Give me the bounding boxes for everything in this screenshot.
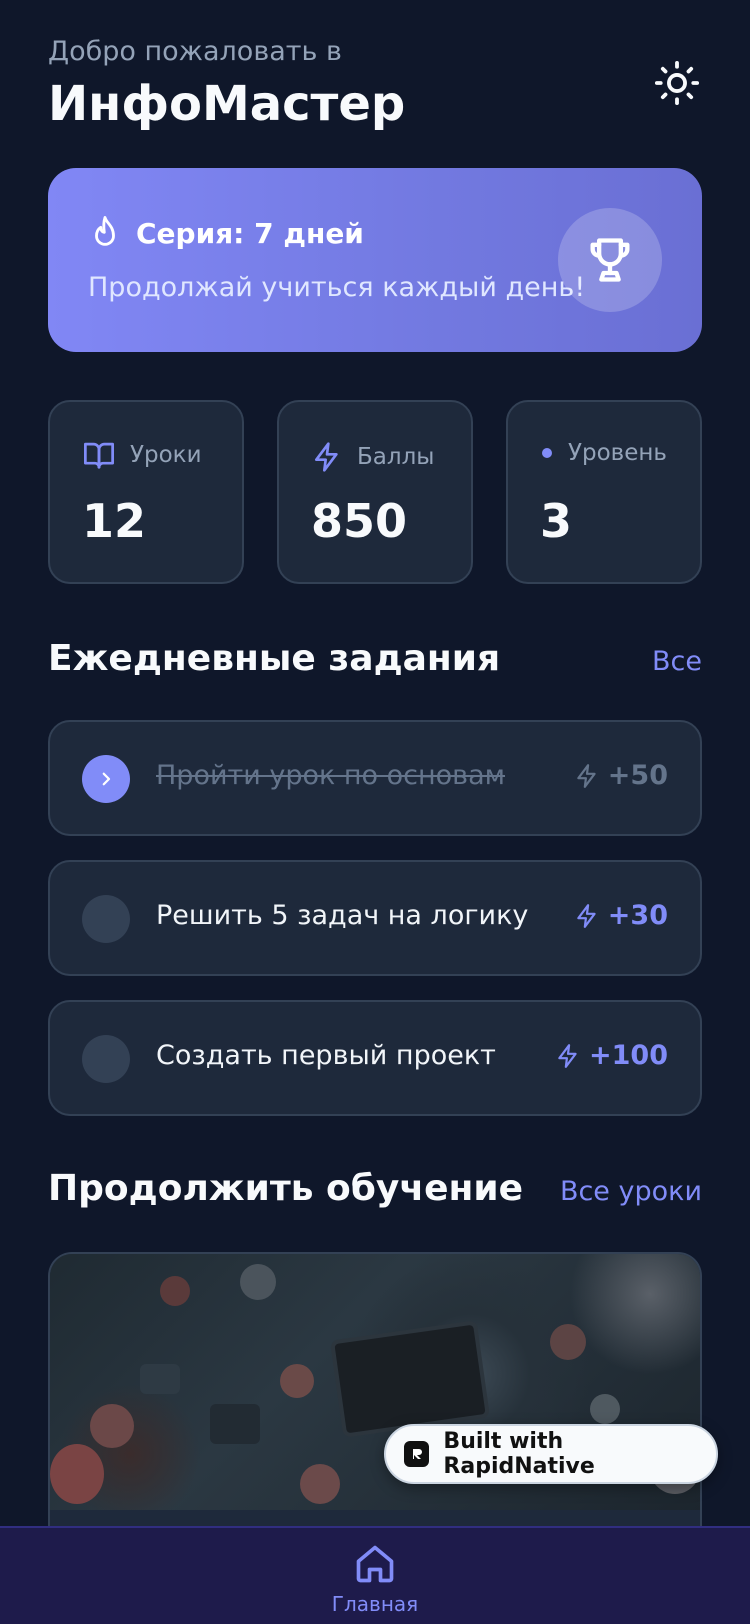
lightning-icon [577, 763, 596, 788]
chip-graphic [334, 1324, 486, 1434]
task-points-value: +30 [607, 900, 668, 931]
task-points-value: +100 [589, 1040, 668, 1071]
stat-value: 12 [82, 494, 147, 548]
streak-row: Серия: 7 дней [88, 214, 364, 252]
task-checkbox[interactable] [82, 1035, 130, 1083]
chevron-right-icon [102, 772, 111, 786]
task-item[interactable]: Пройти урок по основам +50 [48, 720, 702, 836]
lightning-icon [558, 1043, 577, 1068]
app-title: ИнфоМастер [48, 76, 406, 132]
task-points: +50 [574, 760, 668, 791]
task-checkbox[interactable] [82, 895, 130, 943]
tab-home-label: Главная [331, 1592, 419, 1616]
task-item[interactable]: Решить 5 задач на логику +30 [48, 860, 702, 976]
streak-card[interactable]: Серия: 7 дней Продолжай учиться каждый д… [48, 168, 702, 352]
welcome-text: Добро пожаловать в [48, 36, 342, 67]
task-label: Пройти урок по основам [156, 760, 506, 791]
home-icon [356, 1545, 394, 1583]
task-label: Решить 5 задач на логику [156, 900, 529, 931]
tab-home[interactable]: Главная [318, 1542, 432, 1624]
continue-learning-title: Продолжить обучение [48, 1168, 523, 1209]
dot-icon [542, 448, 552, 458]
streak-subtitle: Продолжай учиться каждый день! [88, 272, 586, 303]
stat-card-lessons[interactable]: Уроки 12 [48, 400, 244, 584]
stat-card-level[interactable]: Уровень 3 [506, 400, 702, 584]
stat-value: 850 [311, 494, 408, 548]
book-icon [84, 442, 114, 469]
task-points-value: +50 [607, 760, 668, 791]
lightning-icon [577, 903, 596, 928]
task-checkbox[interactable] [82, 755, 130, 803]
trophy-icon [590, 238, 630, 282]
sun-icon [654, 60, 700, 106]
stats-row: Уроки 12 Баллы 850 Уровень 3 [48, 400, 702, 584]
task-label: Создать первый проект [156, 1040, 496, 1071]
trophy-badge [558, 208, 662, 312]
lightning-icon [315, 442, 338, 472]
daily-tasks-all-link[interactable]: Все [652, 646, 702, 677]
daily-tasks-title: Ежедневные задания [48, 638, 501, 679]
streak-title: Серия: 7 дней [136, 216, 364, 250]
stat-label: Баллы [357, 444, 435, 470]
all-lessons-link[interactable]: Все уроки [560, 1176, 702, 1207]
stat-card-points[interactable]: Баллы 850 [277, 400, 473, 584]
stat-value: 3 [540, 494, 573, 548]
badge-text: Built with RapidNative [443, 1429, 595, 1479]
built-with-badge[interactable]: Built with RapidNative [384, 1424, 718, 1484]
rapidnative-logo-icon [404, 1441, 430, 1467]
stat-label: Уровень [568, 440, 667, 466]
lesson-card[interactable] [48, 1252, 702, 1532]
bottom-tab-bar: Главная [0, 1526, 750, 1624]
header: Добро пожаловать в ИнфоМастер [48, 36, 702, 136]
task-item[interactable]: Создать первый проект +100 [48, 1000, 702, 1116]
task-points: +30 [574, 900, 668, 931]
theme-toggle-button[interactable] [652, 58, 702, 108]
flame-icon [95, 216, 115, 246]
task-points: +100 [555, 1040, 668, 1071]
stat-label: Уроки [130, 442, 202, 468]
